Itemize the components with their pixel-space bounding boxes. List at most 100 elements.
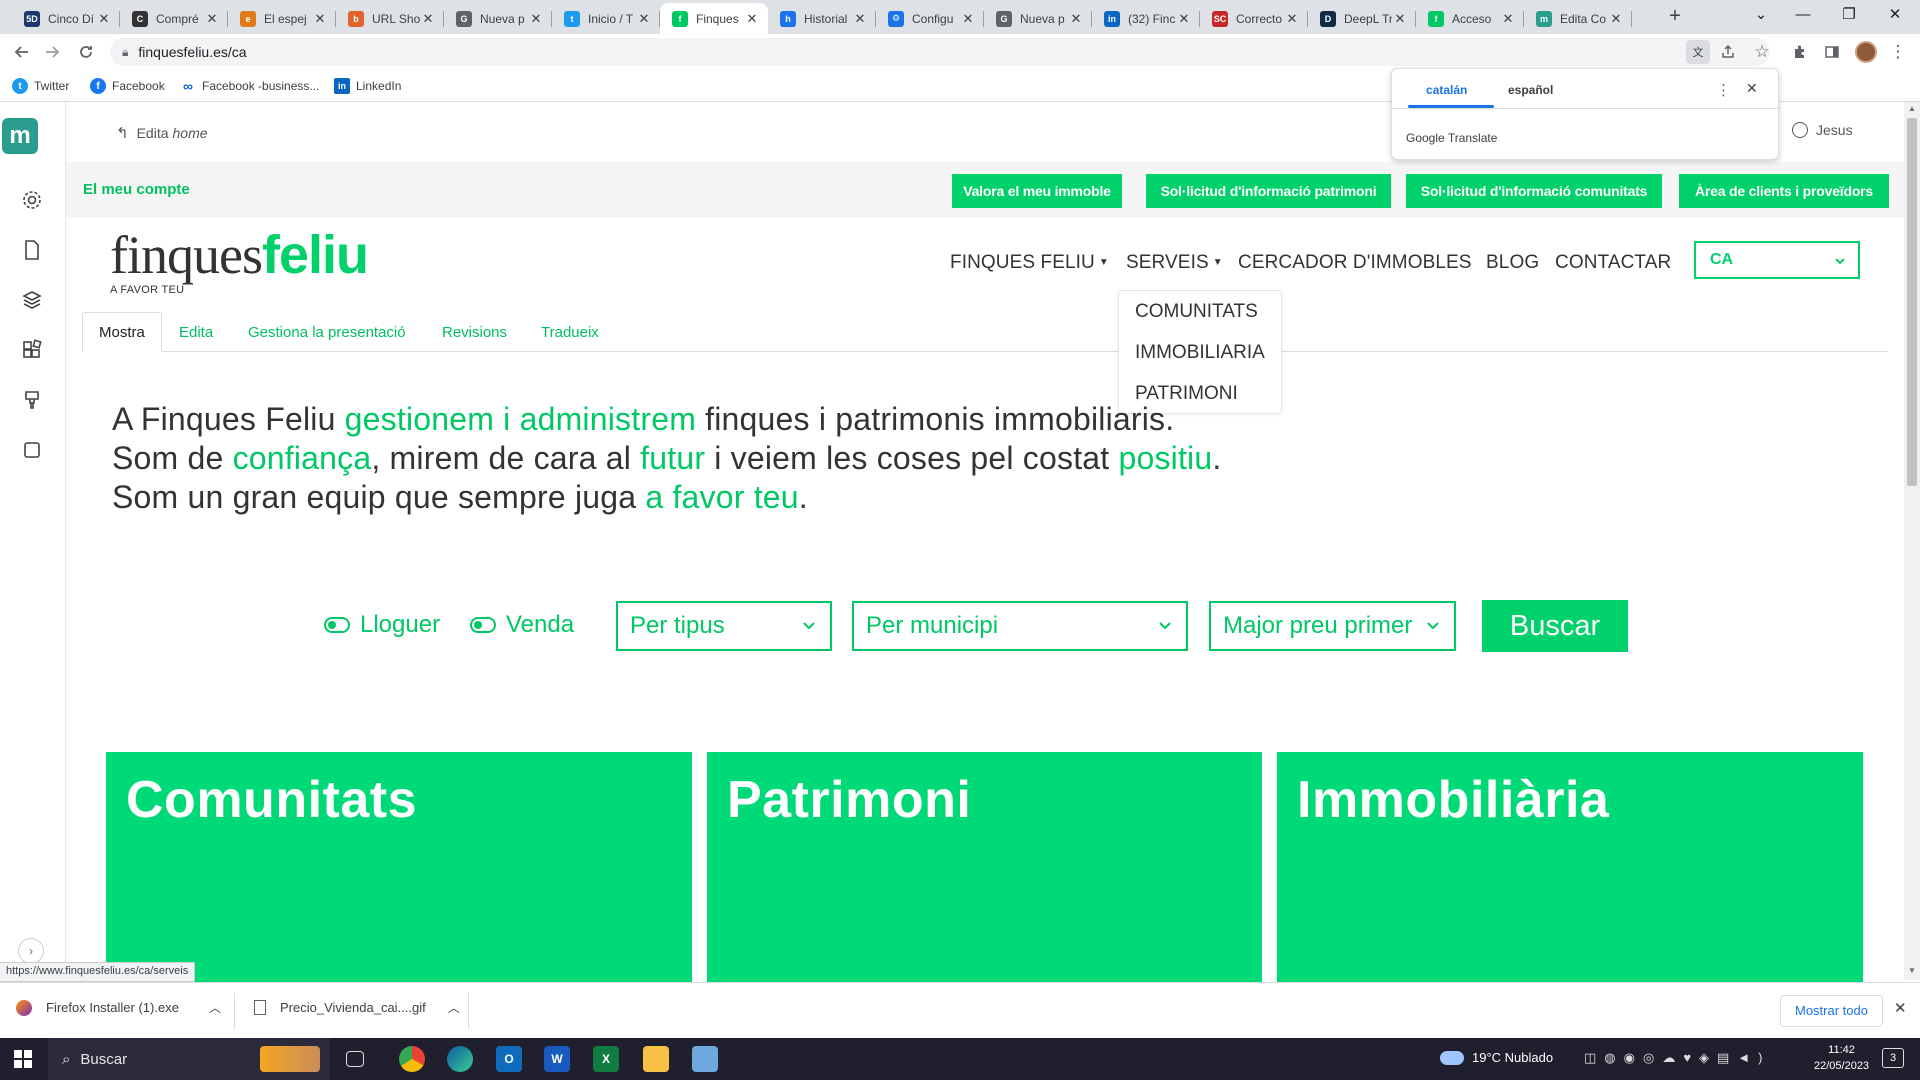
cms-logo[interactable]: m: [2, 118, 38, 154]
browser-tab[interactable]: ⚙ Configu ✕: [876, 3, 984, 34]
search-button[interactable]: Buscar: [1482, 600, 1628, 652]
browser-tab[interactable]: t Inicio / T ✕: [552, 3, 660, 34]
browser-tab[interactable]: D DeepL Tr ✕: [1308, 3, 1416, 34]
edit-home-link[interactable]: ↰ Edita home: [116, 124, 208, 142]
minimize-button[interactable]: —: [1780, 0, 1826, 32]
user-menu[interactable]: Jesus: [1792, 122, 1853, 138]
card-comunitats[interactable]: Comunitats: [106, 752, 692, 982]
tab-close-icon[interactable]: ✕: [1176, 11, 1192, 27]
extensions-icon[interactable]: [1788, 40, 1812, 64]
language-select[interactable]: CA: [1694, 241, 1860, 279]
tab-edita[interactable]: Edita: [179, 312, 213, 352]
tab-tradueix[interactable]: Tradueix: [541, 312, 599, 352]
tab-close-icon[interactable]: ✕: [1608, 11, 1624, 27]
system-tray-icons[interactable]: ◫◍◉◎☁♥◈▤◄): [1584, 1050, 1771, 1066]
weather-widget[interactable]: 19°C Nublado: [1440, 1050, 1553, 1065]
expand-sidebar-icon[interactable]: ›: [18, 938, 44, 964]
scroll-up-arrow[interactable]: ▲: [1908, 104, 1916, 113]
word-icon[interactable]: W: [544, 1046, 570, 1072]
tab-close-icon[interactable]: ✕: [96, 11, 112, 27]
clock[interactable]: 11:42 22/05/2023: [1814, 1042, 1869, 1074]
download-item[interactable]: Firefox Installer (1).exe ︿: [16, 999, 221, 1016]
clients-area-button[interactable]: Àrea de clients i proveïdors: [1679, 174, 1889, 208]
toggle-venda[interactable]: Venda: [470, 611, 574, 638]
show-all-downloads-button[interactable]: Mostrar todo: [1780, 995, 1883, 1027]
dropdown-item-immobiliaria[interactable]: IMMOBILIARIA: [1135, 342, 1265, 364]
browser-tab[interactable]: h Historial ✕: [768, 3, 876, 34]
nav-cercador[interactable]: CERCADOR D'IMMOBLES: [1238, 252, 1472, 274]
reload-icon[interactable]: [74, 40, 98, 64]
layers-icon[interactable]: [20, 288, 44, 312]
nav-serveis[interactable]: SERVEIS ▼: [1126, 252, 1223, 274]
file-explorer-icon[interactable]: [643, 1046, 669, 1072]
nav-blog[interactable]: BLOG: [1486, 252, 1539, 274]
nav-finques-feliu[interactable]: FINQUES FELIU ▼: [950, 252, 1109, 274]
vertical-scrollbar[interactable]: ▲ ▼: [1904, 102, 1920, 980]
tab-close-icon[interactable]: ✕: [312, 11, 328, 27]
communities-info-request-button[interactable]: Sol·licitud d'informació comunitats: [1406, 174, 1662, 208]
browser-tab[interactable]: in (32) Finc ✕: [1092, 3, 1200, 34]
download-item[interactable]: Precio_Vivienda_cai....gif ︿: [254, 999, 460, 1016]
nav-contactar[interactable]: CONTACTAR: [1555, 252, 1671, 274]
tab-close-icon[interactable]: ✕: [204, 11, 220, 27]
card-immobiliaria[interactable]: Immobiliària: [1277, 752, 1863, 982]
tab-close-icon[interactable]: ✕: [1068, 11, 1084, 27]
bookmark-linkedin[interactable]: in LinkedIn: [334, 77, 401, 95]
task-view-icon[interactable]: [346, 1051, 364, 1067]
tab-close-icon[interactable]: ✕: [1392, 11, 1408, 27]
tab-close-icon[interactable]: ✕: [420, 11, 436, 27]
tab-close-icon[interactable]: ✕: [636, 11, 652, 27]
town-select[interactable]: Per municipi: [852, 601, 1188, 651]
bookmark-facebook[interactable]: f Facebook: [90, 77, 165, 95]
close-downloads-icon[interactable]: ✕: [1894, 999, 1907, 1017]
browser-tab[interactable]: f Finques ✕: [660, 3, 768, 34]
tab-close-icon[interactable]: ✕: [528, 11, 544, 27]
address-bar[interactable]: 🔒︎ finquesfeliu.es/ca: [110, 38, 1770, 66]
browser-tab[interactable]: b URL Sho ✕: [336, 3, 444, 34]
type-select[interactable]: Per tipus: [616, 601, 832, 651]
browser-tab[interactable]: e El espej ✕: [228, 3, 336, 34]
tab-close-icon[interactable]: ✕: [852, 11, 868, 27]
forward-icon[interactable]: [40, 40, 64, 64]
excel-icon[interactable]: X: [593, 1046, 619, 1072]
tab-close-icon[interactable]: ✕: [960, 11, 976, 27]
notepad-icon[interactable]: [692, 1046, 718, 1072]
blocks-icon[interactable]: [20, 338, 44, 362]
bookmark-star-icon[interactable]: ☆: [1750, 40, 1774, 64]
brush-icon[interactable]: [20, 388, 44, 412]
outlook-icon[interactable]: O: [496, 1046, 522, 1072]
my-account-link[interactable]: El meu compte: [83, 181, 190, 198]
side-panel-icon[interactable]: [1820, 40, 1844, 64]
site-logo[interactable]: finquesfeliu A FAVOR TEU: [110, 228, 369, 296]
chevron-up-icon[interactable]: ︿: [209, 999, 221, 1016]
browser-tab[interactable]: m Edita Co ✕: [1524, 3, 1632, 34]
back-icon[interactable]: [10, 40, 34, 64]
scroll-down-arrow[interactable]: ▼: [1908, 966, 1916, 975]
chrome-icon[interactable]: [399, 1046, 425, 1072]
document-icon[interactable]: [20, 238, 44, 262]
profile-avatar[interactable]: [1855, 41, 1877, 63]
taskbar-search[interactable]: ⌕ Buscar: [48, 1038, 330, 1080]
windows-start-icon[interactable]: [14, 1050, 32, 1068]
sort-select[interactable]: Major preu primer: [1209, 601, 1456, 651]
tab-mostra[interactable]: Mostra: [82, 312, 162, 352]
browser-menu-icon[interactable]: ⋮: [1886, 40, 1910, 64]
translate-lang-spanish[interactable]: español: [1508, 83, 1553, 97]
restore-button[interactable]: ❐: [1826, 0, 1872, 32]
window-close-button[interactable]: ✕: [1872, 0, 1918, 32]
value-property-button[interactable]: Valora el meu immoble: [952, 174, 1122, 208]
dropdown-item-comunitats[interactable]: COMUNITATS: [1135, 301, 1258, 323]
tab-close-icon[interactable]: ✕: [1284, 11, 1300, 27]
bookmark-twitter[interactable]: t Twitter: [12, 77, 69, 95]
browser-tab[interactable]: G Nueva p ✕: [984, 3, 1092, 34]
toggle-lloguer[interactable]: Lloguer: [324, 611, 440, 638]
tab-close-icon[interactable]: ✕: [744, 11, 760, 27]
settings-icon[interactable]: [20, 188, 44, 212]
square-icon[interactable]: [20, 438, 44, 462]
translate-lang-catalan[interactable]: catalán: [1426, 83, 1467, 97]
lock-icon[interactable]: 🔒︎: [122, 45, 128, 60]
browser-tab[interactable]: G Nueva p ✕: [444, 3, 552, 34]
edge-icon[interactable]: [447, 1046, 473, 1072]
translate-icon[interactable]: 文: [1686, 40, 1710, 64]
bookmark-facebook-business[interactable]: ∞ Facebook -business...: [180, 77, 319, 95]
